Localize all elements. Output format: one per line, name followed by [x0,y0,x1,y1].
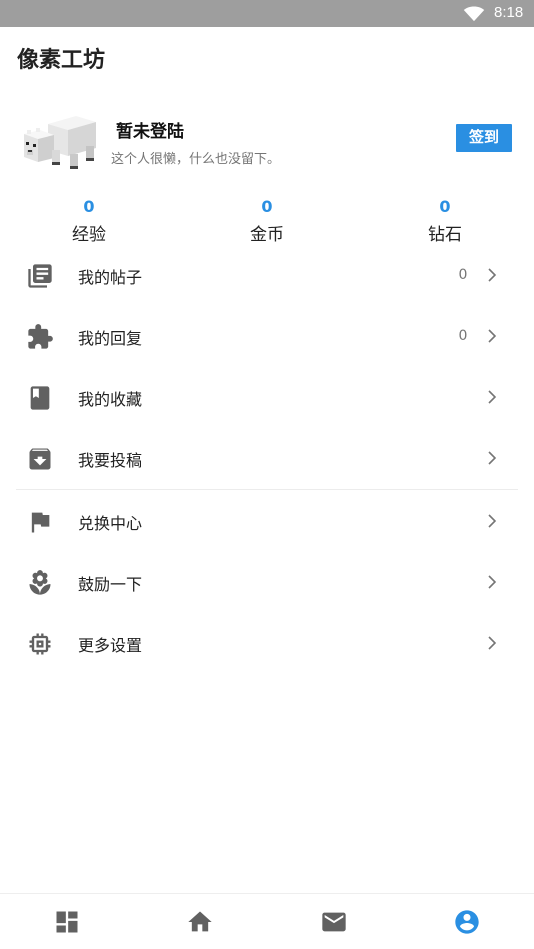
chevron-right-icon [488,268,497,282]
account-icon[interactable] [453,908,481,936]
menu-item-label: 兑换中心 [78,514,143,533]
profile-card: 暂未登陆 这个人很懒，什么也没留下。 签到 [0,100,534,180]
username[interactable]: 暂未登陆 [116,117,184,142]
mail-icon[interactable] [320,908,348,936]
stat-value: 0 [261,197,273,216]
menu-item-exchange-center[interactable]: 兑换中心 [0,493,534,549]
menu-item-label: 我要投稿 [78,451,143,470]
status-bar: 8:18 [0,0,534,27]
flag-icon [31,512,50,533]
archive-icon [29,448,51,470]
posts-list-icon [28,264,52,288]
user-bio: 这个人很懒，什么也没留下。 [111,152,281,167]
stat-coins[interactable]: 0 金币 [207,196,327,245]
dashboard-icon[interactable] [53,908,81,936]
stat-label: 经验 [72,225,106,245]
menu-item-encourage[interactable]: 鼓励一下 [0,554,534,610]
stat-diamonds[interactable]: 0 钻石 [385,196,505,245]
status-time: 8:18 [494,4,524,21]
chevron-right-icon [488,329,497,343]
chevron-right-icon [488,575,497,589]
menu-item-label: 我的帖子 [78,268,143,287]
signin-button[interactable]: 签到 [456,124,512,152]
menu-item-label: 我的收藏 [78,390,143,409]
stat-label: 钻石 [428,225,462,245]
chevron-right-icon [488,514,497,528]
pixel-polar-bear-avatar[interactable] [18,108,98,172]
chevron-right-icon [488,636,497,650]
stat-value: 0 [83,197,95,216]
stat-label: 金币 [250,225,284,245]
puzzle-icon [28,324,53,349]
wifi-icon [463,6,485,22]
menu-item-count: 0 [458,328,468,344]
bottom-nav [0,893,534,949]
menu-item-my-replies[interactable]: 我的回复 0 [0,308,534,364]
chip-settings-icon [29,633,51,655]
flower-icon [29,570,51,595]
menu-item-count: 0 [458,267,468,283]
page-title: 像素工坊 [17,48,106,73]
menu-item-submit[interactable]: 我要投稿 [0,430,534,486]
menu-item-label: 更多设置 [78,636,143,655]
menu-item-label: 鼓励一下 [78,575,143,594]
stat-experience[interactable]: 0 经验 [29,196,149,245]
menu-item-label: 我的回复 [78,329,143,348]
menu-item-more-settings[interactable]: 更多设置 [0,615,534,671]
menu-divider [16,489,518,490]
chevron-right-icon [488,390,497,404]
menu-item-my-posts[interactable]: 我的帖子 0 [0,247,534,303]
bookmark-book-icon [30,386,50,410]
chevron-right-icon [488,451,497,465]
stat-value: 0 [439,197,451,216]
user-stats: 0 经验 0 金币 0 钻石 [0,196,534,248]
menu-item-my-favorites[interactable]: 我的收藏 [0,369,534,425]
home-icon[interactable] [186,908,214,936]
